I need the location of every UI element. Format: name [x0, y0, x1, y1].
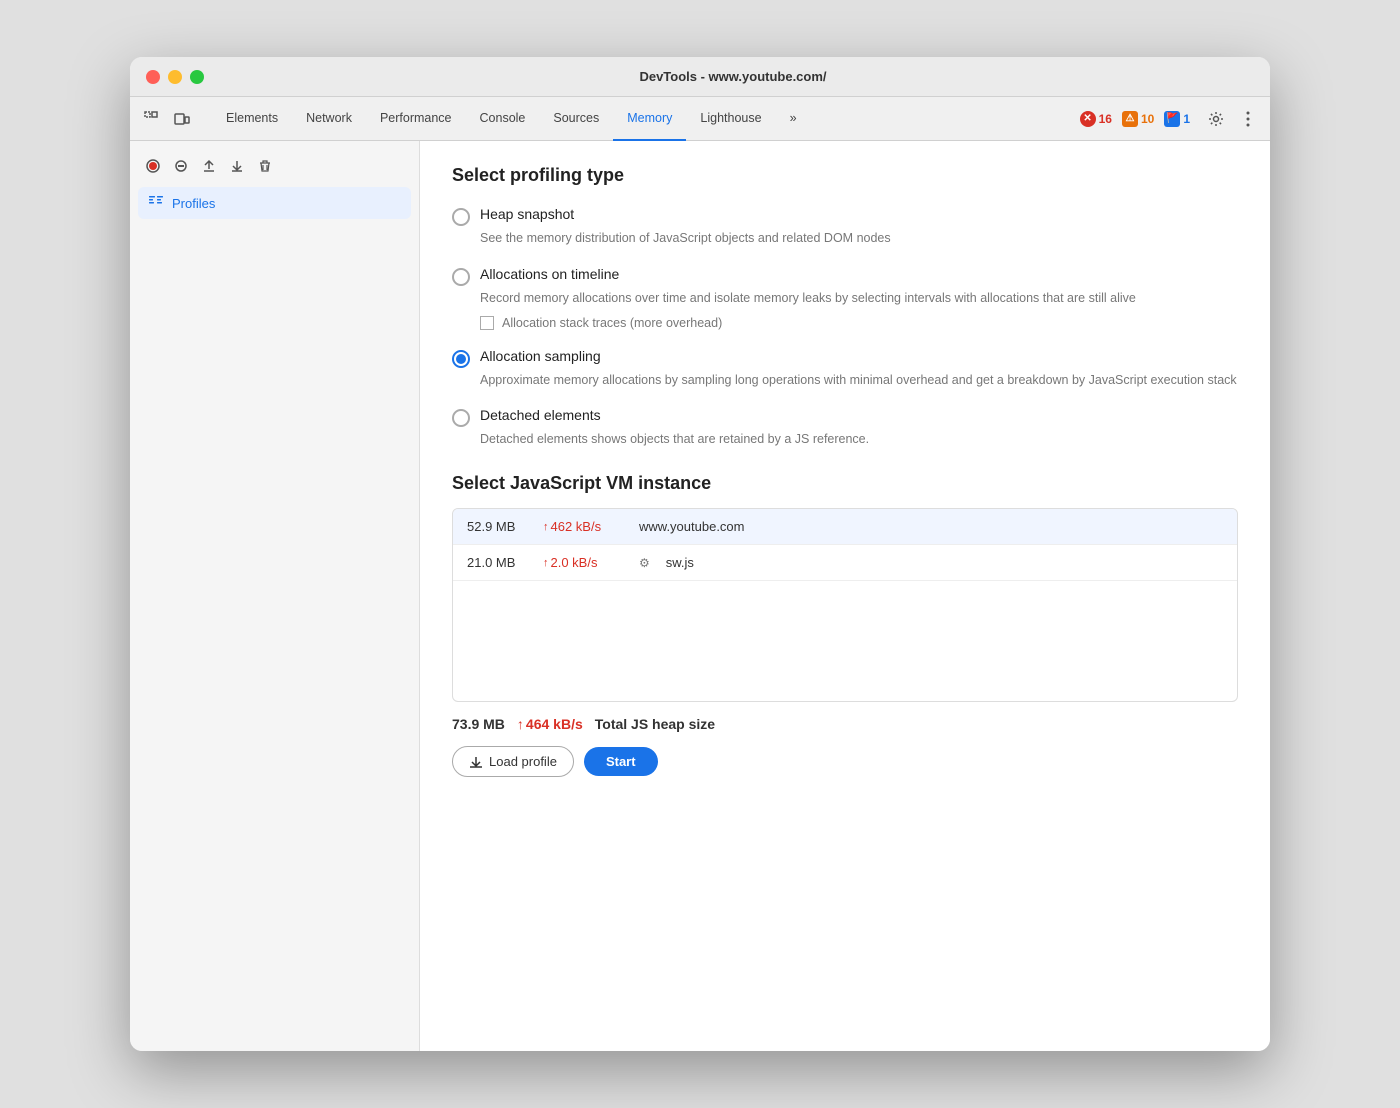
tab-lighthouse[interactable]: Lighthouse	[686, 97, 775, 141]
more-options-icon[interactable]	[1234, 105, 1262, 133]
option-allocation-sampling: Allocation sampling Approximate memory a…	[452, 348, 1238, 390]
tab-memory[interactable]: Memory	[613, 97, 686, 141]
main-toolbar: Elements Network Performance Console Sou…	[130, 97, 1270, 141]
load-profile-button[interactable]: Load profile	[452, 746, 574, 777]
window-title: DevTools - www.youtube.com/	[212, 69, 1254, 84]
toolbar-icons	[138, 105, 196, 133]
profiling-type-title: Select profiling type	[452, 165, 1238, 186]
nav-extras: ✕ 16 ⚠ 10 🚩 1	[1080, 105, 1262, 133]
option-row-timeline: Allocations on timeline	[452, 266, 1238, 286]
vm-gear-icon: ⚙	[639, 556, 650, 570]
tab-sources[interactable]: Sources	[539, 97, 613, 141]
heap-snapshot-desc: See the memory distribution of JavaScrip…	[480, 229, 1238, 248]
tab-elements[interactable]: Elements	[212, 97, 292, 141]
sidebar: Profiles	[130, 141, 420, 1051]
maximize-button[interactable]	[190, 70, 204, 84]
allocation-stack-traces-row: Allocation stack traces (more overhead)	[480, 316, 1238, 330]
warning-icon: ⚠	[1122, 111, 1138, 127]
allocations-timeline-label: Allocations on timeline	[480, 266, 619, 282]
tab-more[interactable]: »	[776, 97, 811, 141]
radio-heap-snapshot[interactable]	[452, 208, 470, 226]
heap-label: Total JS heap size	[595, 716, 715, 732]
heap-up-arrow: ↑	[517, 716, 524, 732]
option-row-heap: Heap snapshot	[452, 206, 1238, 226]
nav-tabs: Elements Network Performance Console Sou…	[212, 97, 811, 140]
download-button[interactable]	[224, 153, 250, 179]
vm-size-youtube: 52.9 MB	[467, 519, 527, 534]
vm-empty-area	[453, 581, 1237, 701]
footer: 73.9 MB ↑464 kB/s Total JS heap size Loa…	[452, 702, 1238, 791]
devtools-window: DevTools - www.youtube.com/ Elements Net…	[130, 57, 1270, 1051]
profiles-icon	[148, 193, 164, 213]
titlebar: DevTools - www.youtube.com/	[130, 57, 1270, 97]
vm-name-youtube: www.youtube.com	[639, 519, 745, 534]
tab-network[interactable]: Network	[292, 97, 366, 141]
allocation-sampling-desc: Approximate memory allocations by sampli…	[480, 371, 1238, 390]
sidebar-item-label: Profiles	[172, 196, 215, 211]
close-button[interactable]	[146, 70, 160, 84]
allocations-timeline-desc: Record memory allocations over time and …	[480, 289, 1238, 308]
content-area: Select profiling type Heap snapshot See …	[420, 141, 1270, 1051]
radio-allocation-sampling[interactable]	[452, 350, 470, 368]
vm-row-swjs[interactable]: 21.0 MB ↑2.0 kB/s ⚙ sw.js	[453, 545, 1237, 581]
heap-info: 73.9 MB ↑464 kB/s Total JS heap size	[452, 716, 1238, 732]
info-count-badge: 🚩 1	[1164, 111, 1190, 127]
start-button[interactable]: Start	[584, 747, 658, 776]
up-arrow-icon: ↑	[543, 521, 549, 533]
select-element-icon[interactable]	[138, 105, 166, 133]
allocation-sampling-label: Allocation sampling	[480, 348, 601, 364]
radio-allocations-timeline[interactable]	[452, 268, 470, 286]
load-profile-label: Load profile	[489, 754, 557, 769]
option-row-detached: Detached elements	[452, 407, 1238, 427]
warn-count-badge: ⚠ 10	[1122, 111, 1154, 127]
heap-snapshot-label: Heap snapshot	[480, 206, 574, 222]
sidebar-toolbar	[138, 149, 411, 187]
option-row-sampling: Allocation sampling	[452, 348, 1238, 368]
device-toggle-icon[interactable]	[168, 105, 196, 133]
total-heap-rate: ↑464 kB/s	[517, 716, 583, 732]
option-allocations-timeline: Allocations on timeline Record memory al…	[452, 266, 1238, 330]
vm-rate-swjs: ↑2.0 kB/s	[543, 555, 623, 570]
vm-size-swjs: 21.0 MB	[467, 555, 527, 570]
vm-rate-youtube: ↑462 kB/s	[543, 519, 623, 534]
detached-elements-desc: Detached elements shows objects that are…	[480, 430, 1238, 449]
total-heap-size: 73.9 MB	[452, 716, 505, 732]
vm-instances-table: 52.9 MB ↑462 kB/s www.youtube.com 21.0 M…	[452, 508, 1238, 702]
radio-detached-elements[interactable]	[452, 409, 470, 427]
vm-row-youtube[interactable]: 52.9 MB ↑462 kB/s www.youtube.com	[453, 509, 1237, 545]
settings-icon[interactable]	[1202, 105, 1230, 133]
tab-performance[interactable]: Performance	[366, 97, 466, 141]
detached-elements-label: Detached elements	[480, 407, 601, 423]
action-buttons: Load profile Start	[452, 746, 1238, 777]
upload-button[interactable]	[196, 153, 222, 179]
info-icon: 🚩	[1164, 111, 1180, 127]
clear-button[interactable]	[252, 153, 278, 179]
allocation-stack-traces-label: Allocation stack traces (more overhead)	[502, 316, 722, 330]
vm-name-swjs: sw.js	[666, 555, 694, 570]
record-button[interactable]	[140, 153, 166, 179]
up-arrow-icon-2: ↑	[543, 557, 549, 569]
minimize-button[interactable]	[168, 70, 182, 84]
tab-console[interactable]: Console	[466, 97, 540, 141]
traffic-lights	[146, 70, 204, 84]
vm-section-title: Select JavaScript VM instance	[452, 473, 1238, 494]
option-heap-snapshot: Heap snapshot See the memory distributio…	[452, 206, 1238, 248]
sidebar-item-profiles[interactable]: Profiles	[138, 187, 411, 219]
allocation-stack-traces-checkbox[interactable]	[480, 316, 494, 330]
error-count-badge: ✕ 16	[1080, 111, 1112, 127]
error-icon: ✕	[1080, 111, 1096, 127]
main-layout: Profiles Select profiling type Heap snap…	[130, 141, 1270, 1051]
stop-button[interactable]	[168, 153, 194, 179]
option-detached-elements: Detached elements Detached elements show…	[452, 407, 1238, 449]
